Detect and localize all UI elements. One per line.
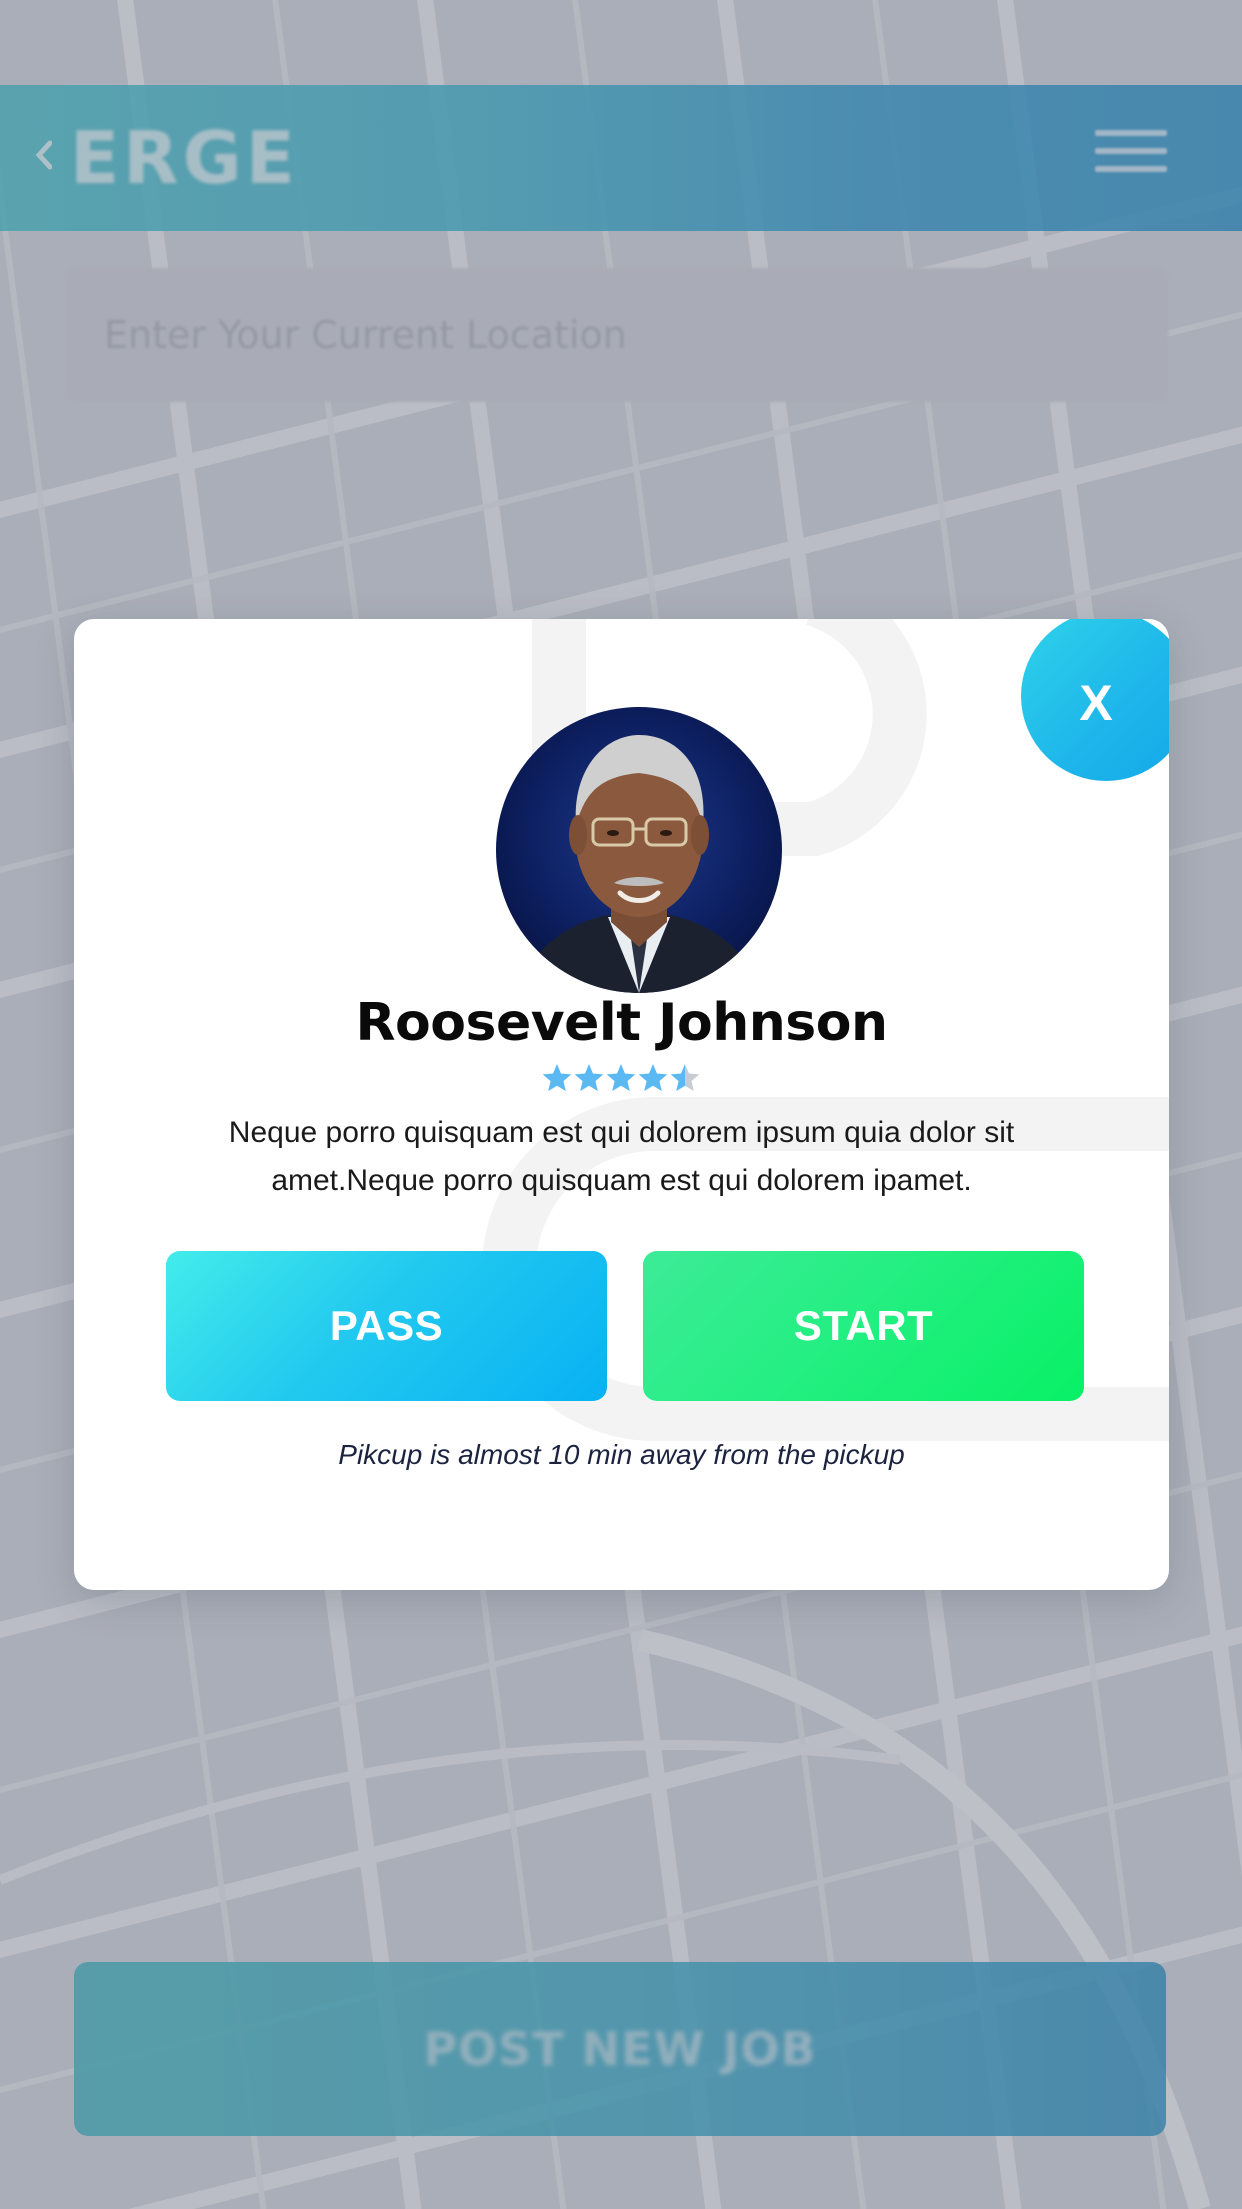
pickup-eta-note: Pikcup is almost 10 min away from the pi… xyxy=(338,1439,905,1470)
driver-portrait xyxy=(516,735,762,993)
driver-request-modal: X Roosevelt Johnson Neque porro quisquam… xyxy=(74,619,1169,1590)
start-button-label: START xyxy=(793,1302,934,1349)
driver-description: Neque porro quisquam est qui dolorem ips… xyxy=(228,1116,1015,1197)
driver-rating-stars xyxy=(542,1064,700,1092)
star-icon xyxy=(606,1064,636,1092)
star-icon xyxy=(574,1064,604,1092)
pass-button-label: PASS xyxy=(329,1302,444,1349)
star-icon xyxy=(542,1064,572,1092)
start-button[interactable]: START xyxy=(643,1251,1084,1401)
star-icon xyxy=(670,1064,700,1092)
close-icon: X xyxy=(1079,675,1113,731)
driver-avatar xyxy=(496,707,782,993)
driver-name: Roosevelt Johnson xyxy=(355,993,888,1053)
star-icon xyxy=(638,1064,668,1092)
pass-button[interactable]: PASS xyxy=(166,1251,607,1401)
